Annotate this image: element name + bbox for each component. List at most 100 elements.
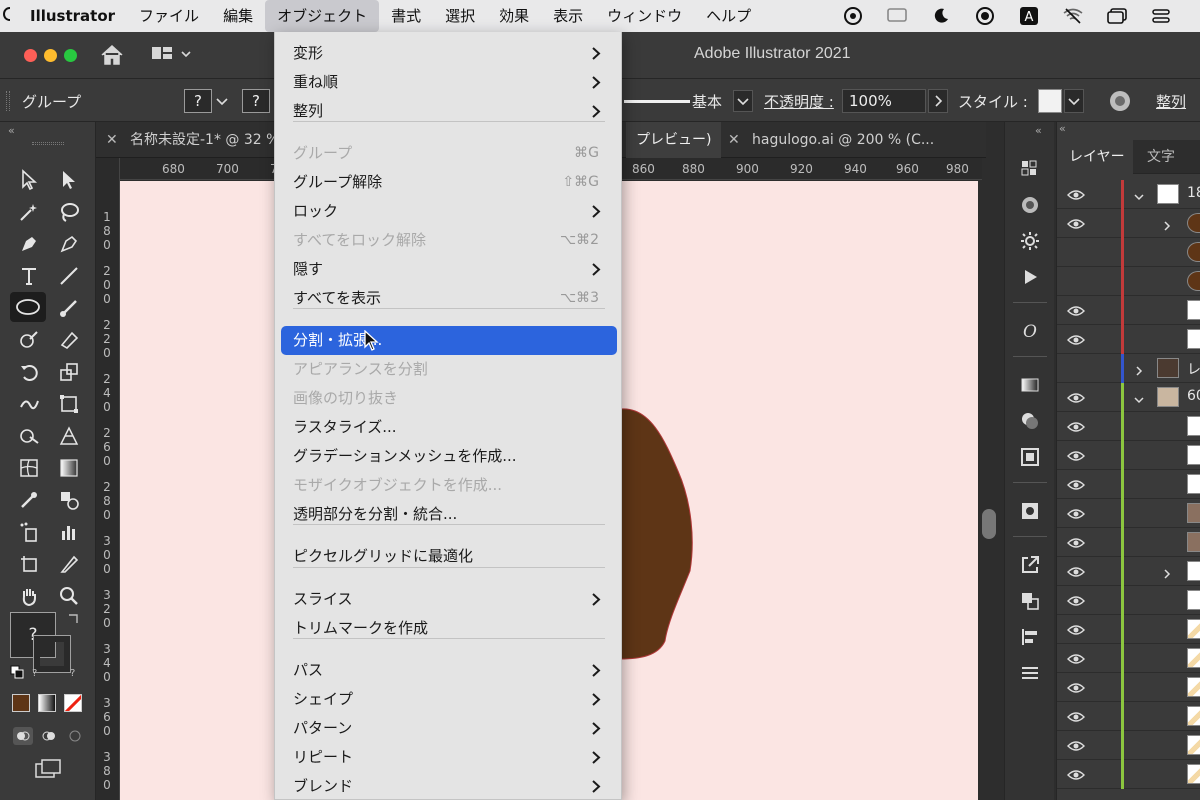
opacity-label[interactable]: 不透明度 : bbox=[764, 91, 834, 112]
visibility-eye-icon[interactable] bbox=[1067, 535, 1085, 549]
panel-grip[interactable] bbox=[32, 142, 64, 145]
ellipse-tool-icon[interactable] bbox=[10, 292, 46, 322]
direct-selection-tool-icon[interactable] bbox=[14, 166, 44, 194]
artboard-tool-icon[interactable] bbox=[14, 550, 44, 578]
warp-tool-icon[interactable] bbox=[14, 390, 44, 418]
wifi-off-icon[interactable] bbox=[1062, 5, 1084, 27]
layer-row[interactable] bbox=[1057, 499, 1200, 528]
symbol-sprayer-icon[interactable] bbox=[14, 518, 44, 546]
gradient-panel-icon[interactable] bbox=[1017, 372, 1043, 398]
free-transform-icon[interactable] bbox=[54, 390, 84, 418]
layer-row[interactable] bbox=[1057, 644, 1200, 673]
layer-name[interactable]: 18 bbox=[1187, 185, 1200, 201]
swap-fill-stroke-icon[interactable] bbox=[66, 611, 82, 627]
visibility-eye-icon[interactable] bbox=[1067, 332, 1085, 346]
lasso-icon[interactable] bbox=[54, 198, 84, 226]
visibility-eye-icon[interactable] bbox=[1067, 187, 1085, 201]
collapse-dock-icon[interactable]: « bbox=[1035, 124, 1042, 137]
layer-row[interactable] bbox=[1057, 412, 1200, 441]
visibility-eye-icon[interactable] bbox=[1067, 738, 1085, 752]
layer-name[interactable]: レ bbox=[1187, 359, 1200, 379]
workspace-switcher-icon[interactable] bbox=[150, 45, 196, 65]
brown-shape[interactable] bbox=[619, 408, 693, 660]
layer-row[interactable] bbox=[1057, 325, 1200, 354]
export-icon[interactable] bbox=[1017, 552, 1043, 578]
visibility-eye-icon[interactable] bbox=[1067, 709, 1085, 723]
layer-row[interactable] bbox=[1057, 238, 1200, 267]
layer-row[interactable] bbox=[1057, 441, 1200, 470]
transparency-icon[interactable] bbox=[1017, 408, 1043, 434]
layer-row[interactable] bbox=[1057, 296, 1200, 325]
curvature-tool-icon[interactable] bbox=[54, 230, 84, 258]
tab-current[interactable]: プレビュー) bbox=[626, 122, 722, 158]
layer-row[interactable] bbox=[1057, 760, 1200, 789]
layer-row[interactable] bbox=[1057, 267, 1200, 296]
menu-item-transform[interactable]: 変形 bbox=[281, 39, 617, 68]
type-tool-icon[interactable] bbox=[14, 262, 44, 290]
menu-item-repeat[interactable]: リピート bbox=[281, 743, 617, 772]
visibility-eye-icon[interactable] bbox=[1067, 651, 1085, 665]
menu-item-align[interactable]: 整列 bbox=[281, 97, 617, 126]
menu-object[interactable]: オブジェクト bbox=[265, 0, 380, 32]
input-source-icon[interactable]: A bbox=[1018, 5, 1040, 27]
stroke-style-label[interactable]: 基本 bbox=[692, 91, 722, 112]
menu-help[interactable]: ヘルプ bbox=[694, 0, 763, 32]
menu-illustrator[interactable]: Illustrator bbox=[20, 0, 127, 32]
close-window-button[interactable] bbox=[24, 49, 37, 62]
layer-row[interactable]: 18 bbox=[1057, 180, 1200, 209]
menu-effect[interactable]: 効果 bbox=[487, 0, 541, 32]
selection-tool-icon[interactable] bbox=[54, 166, 84, 194]
menu-item-rasterize[interactable]: ラスタライズ... bbox=[281, 413, 617, 442]
visibility-eye-icon[interactable] bbox=[1067, 622, 1085, 636]
magic-wand-icon[interactable] bbox=[14, 198, 44, 226]
fill-swatch[interactable]: ? bbox=[184, 89, 212, 113]
tab-hagulogo[interactable]: hagulogo.ai @ 200 % (C... bbox=[752, 122, 934, 158]
gear-icon[interactable] bbox=[1017, 228, 1043, 254]
draw-inside-icon[interactable] bbox=[64, 726, 86, 746]
visibility-eye-icon[interactable] bbox=[1067, 593, 1085, 607]
tab-layers[interactable]: レイヤー bbox=[1057, 140, 1133, 174]
align-panel-icon[interactable] bbox=[1017, 624, 1043, 650]
visibility-eye-icon[interactable] bbox=[1067, 216, 1085, 230]
tab-character[interactable]: 文字 bbox=[1147, 140, 1175, 174]
default-fill-stroke-icon[interactable] bbox=[10, 664, 24, 679]
shaper-tool-icon[interactable] bbox=[14, 326, 44, 354]
expand-right-chevron-icon[interactable] bbox=[1161, 565, 1173, 579]
menu-item-create-gradient-mesh[interactable]: グラデーションメッシュを作成... bbox=[281, 442, 617, 471]
chevron-down-icon[interactable] bbox=[733, 90, 753, 112]
pathfinder-icon[interactable] bbox=[1017, 588, 1043, 614]
hand-tool-icon[interactable] bbox=[14, 582, 44, 610]
visibility-eye-icon[interactable] bbox=[1067, 390, 1085, 404]
rotate-tool-icon[interactable] bbox=[14, 358, 44, 386]
collapse-layers-icon[interactable]: « bbox=[1059, 122, 1066, 135]
gradient-tool-icon[interactable] bbox=[54, 454, 84, 482]
layer-row[interactable] bbox=[1057, 528, 1200, 557]
grip-handle[interactable] bbox=[6, 91, 10, 111]
expand-down-chevron-icon[interactable] bbox=[1133, 391, 1145, 404]
mesh-tool-icon[interactable] bbox=[14, 454, 44, 482]
align-label[interactable]: 整列 bbox=[1156, 91, 1186, 112]
window-icon[interactable] bbox=[1106, 5, 1128, 27]
color-mode-swatch[interactable] bbox=[12, 694, 30, 712]
control-center-icon[interactable] bbox=[1150, 5, 1172, 27]
stroke-swatch[interactable]: ? bbox=[242, 89, 270, 113]
close-tab-icon[interactable]: ✕ bbox=[728, 122, 740, 158]
stroke-color-box[interactable] bbox=[33, 635, 71, 673]
visibility-eye-icon[interactable] bbox=[1067, 680, 1085, 694]
layer-row[interactable] bbox=[1057, 615, 1200, 644]
visibility-eye-icon[interactable] bbox=[1067, 477, 1085, 491]
eyedropper-icon[interactable] bbox=[14, 486, 44, 514]
layer-row[interactable]: レ bbox=[1057, 354, 1200, 383]
layer-row[interactable] bbox=[1057, 586, 1200, 615]
zoom-window-button[interactable] bbox=[64, 49, 77, 62]
graphic-style-swatch[interactable] bbox=[1038, 89, 1062, 113]
collapse-panel-icon[interactable]: « bbox=[8, 124, 15, 137]
menu-item-blend[interactable]: ブレンド bbox=[281, 772, 617, 800]
menu-file[interactable]: ファイル bbox=[127, 0, 211, 32]
menu-item-expand[interactable]: 分割・拡張... bbox=[281, 326, 617, 355]
recolor-artwork-icon[interactable] bbox=[1108, 89, 1132, 113]
chevron-down-icon[interactable] bbox=[215, 91, 229, 111]
layer-row[interactable] bbox=[1057, 557, 1200, 586]
blend-tool-icon[interactable] bbox=[54, 486, 84, 514]
minimize-window-button[interactable] bbox=[44, 49, 57, 62]
